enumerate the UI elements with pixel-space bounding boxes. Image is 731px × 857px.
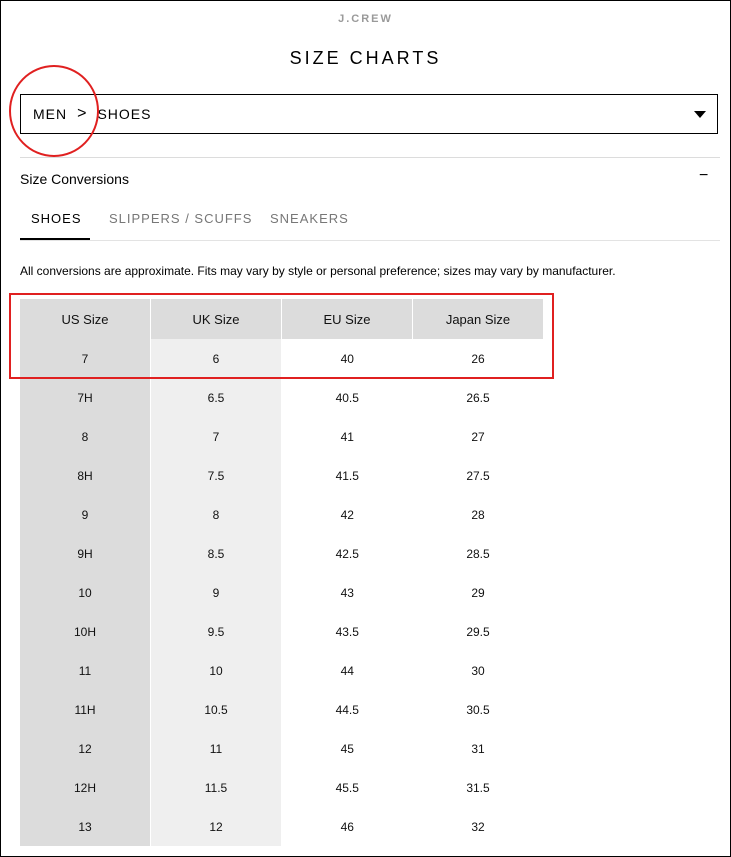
cell-japan-size: 31.5 [412, 768, 544, 807]
cell-us-size: 10 [20, 573, 151, 612]
caret-down-icon [694, 111, 706, 118]
table-row: 9H 8.5 42.5 28.5 [20, 534, 544, 573]
table-row: 7 6 40 26 [20, 339, 544, 378]
table-row: 11 10 44 30 [20, 651, 544, 690]
cell-uk-size: 10 [150, 651, 282, 690]
cell-eu-size: 41 [281, 417, 413, 456]
table-row: 10H 9.5 43.5 29.5 [20, 612, 544, 651]
header-us-size: US Size [20, 299, 151, 339]
table-row: 12 11 45 31 [20, 729, 544, 768]
cell-japan-size: 32 [412, 807, 544, 846]
cell-eu-size: 44 [281, 651, 413, 690]
table-row: 9 8 42 28 [20, 495, 544, 534]
cell-japan-size: 30 [412, 651, 544, 690]
cell-eu-size: 43.5 [281, 612, 413, 651]
header-japan-size: Japan Size [412, 299, 544, 339]
table-row: 12H 11.5 45.5 31.5 [20, 768, 544, 807]
cell-eu-size: 44.5 [281, 690, 413, 729]
active-tab-indicator [20, 238, 90, 240]
page-title: SIZE CHARTS [289, 48, 442, 68]
category-dropdown[interactable]: MEN > SHOES [20, 94, 718, 134]
size-chart-window: J.CREW SIZE CHARTS MEN > SHOES Size Conv… [0, 0, 731, 857]
cell-eu-size: 46 [281, 807, 413, 846]
tab-slippers-scuffs[interactable]: SLIPPERS / SCUFFS [109, 211, 252, 226]
cell-us-size: 7H [20, 378, 151, 417]
cell-uk-size: 6.5 [150, 378, 282, 417]
breadcrumb-subcategory: SHOES [97, 106, 152, 122]
cell-uk-size: 12 [150, 807, 282, 846]
cell-uk-size: 7 [150, 417, 282, 456]
table-row: 10 9 43 29 [20, 573, 544, 612]
table-row: 13 12 46 32 [20, 807, 544, 846]
cell-us-size: 11 [20, 651, 151, 690]
size-conversion-table: US Size UK Size EU Size Japan Size 7 6 40 2… [20, 299, 544, 846]
cell-japan-size: 27 [412, 417, 544, 456]
cell-us-size: 8 [20, 417, 151, 456]
cell-us-size: 7 [20, 339, 151, 378]
tab-sneakers[interactable]: SNEAKERS [270, 211, 349, 226]
cell-eu-size: 42 [281, 495, 413, 534]
cell-eu-size: 43 [281, 573, 413, 612]
cell-us-size: 11H [20, 690, 151, 729]
table-row: 8H 7.5 41.5 27.5 [20, 456, 544, 495]
collapse-minus-icon[interactable]: − [699, 167, 708, 185]
cell-japan-size: 31 [412, 729, 544, 768]
cell-japan-size: 28.5 [412, 534, 544, 573]
tab-shoes[interactable]: SHOES [31, 211, 82, 226]
cell-japan-size: 26.5 [412, 378, 544, 417]
brand-logo: J.CREW [338, 13, 393, 25]
cell-uk-size: 6 [150, 339, 282, 378]
conversion-note: All conversions are approximate. Fits ma… [20, 264, 616, 278]
tab-bar: SHOES SLIPPERS / SCUFFS SNEAKERS [20, 201, 720, 241]
cell-us-size: 12H [20, 768, 151, 807]
cell-us-size: 9 [20, 495, 151, 534]
table-row: 7H 6.5 40.5 26.5 [20, 378, 544, 417]
cell-eu-size: 45.5 [281, 768, 413, 807]
table-row: 11H 10.5 44.5 30.5 [20, 690, 544, 729]
chevron-right-icon: > [77, 105, 87, 122]
cell-japan-size: 29.5 [412, 612, 544, 651]
cell-eu-size: 41.5 [281, 456, 413, 495]
cell-japan-size: 27.5 [412, 456, 544, 495]
cell-us-size: 10H [20, 612, 151, 651]
section-divider [20, 157, 720, 158]
table-header-row: US Size UK Size EU Size Japan Size [20, 299, 544, 339]
breadcrumb-category: MEN [33, 106, 68, 122]
cell-japan-size: 26 [412, 339, 544, 378]
cell-uk-size: 9 [150, 573, 282, 612]
header-uk-size: UK Size [150, 299, 282, 339]
cell-japan-size: 30.5 [412, 690, 544, 729]
header-eu-size: EU Size [281, 299, 413, 339]
cell-japan-size: 28 [412, 495, 544, 534]
cell-us-size: 12 [20, 729, 151, 768]
cell-us-size: 13 [20, 807, 151, 846]
cell-japan-size: 29 [412, 573, 544, 612]
cell-eu-size: 45 [281, 729, 413, 768]
cell-uk-size: 9.5 [150, 612, 282, 651]
cell-eu-size: 40 [281, 339, 413, 378]
cell-eu-size: 40.5 [281, 378, 413, 417]
cell-uk-size: 11 [150, 729, 282, 768]
section-title: Size Conversions [20, 171, 129, 187]
cell-us-size: 9H [20, 534, 151, 573]
cell-uk-size: 8 [150, 495, 282, 534]
cell-uk-size: 10.5 [150, 690, 282, 729]
cell-uk-size: 8.5 [150, 534, 282, 573]
cell-uk-size: 11.5 [150, 768, 282, 807]
cell-us-size: 8H [20, 456, 151, 495]
cell-eu-size: 42.5 [281, 534, 413, 573]
cell-uk-size: 7.5 [150, 456, 282, 495]
table-row: 8 7 41 27 [20, 417, 544, 456]
